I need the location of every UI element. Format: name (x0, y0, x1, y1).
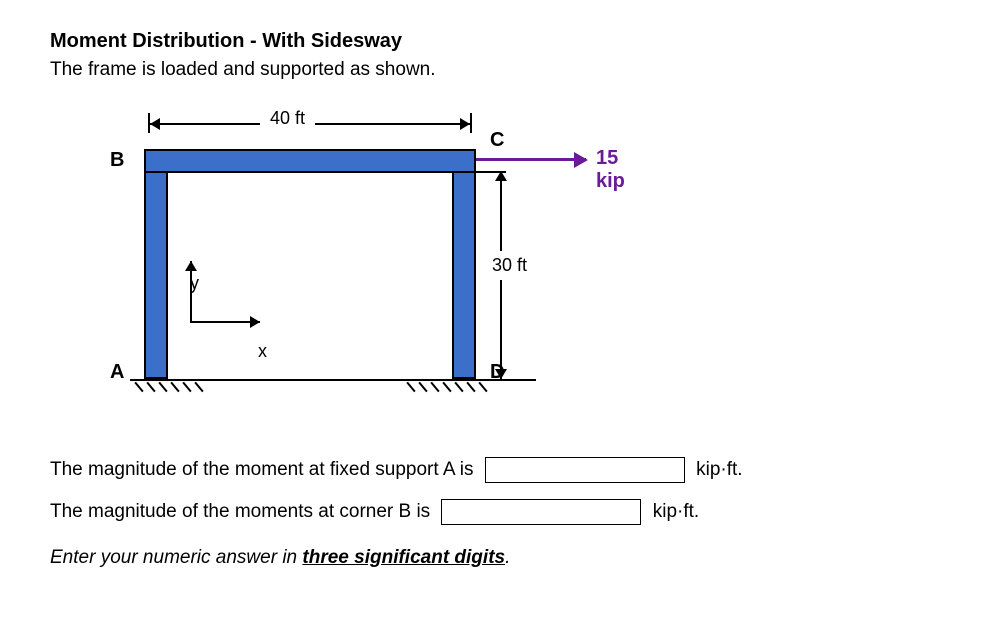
column-cd (452, 149, 476, 379)
instruction: Enter your numeric answer in three signi… (50, 537, 946, 579)
q2-prefix: The magnitude of the moments at corner B… (50, 501, 430, 522)
q2-unit: kip·ft. (653, 501, 699, 522)
height-dimension-label: 30 ft (490, 251, 529, 280)
x-axis-label: x (258, 341, 267, 362)
frame-diagram: 40 ft A B C D 15 kip 30 ft y x (80, 111, 640, 421)
node-a-label: A (110, 361, 124, 384)
load-arrow-icon (476, 158, 586, 161)
q1-unit: kip·ft. (696, 459, 742, 480)
question-1: The magnitude of the moment at fixed sup… (50, 449, 946, 491)
questions-block: The magnitude of the moment at fixed sup… (50, 449, 946, 578)
page-title: Moment Distribution - With Sidesway (50, 30, 946, 53)
fixed-support-hatching (130, 379, 490, 397)
answer-input-a[interactable] (485, 457, 685, 483)
instr-pre: Enter your numeric answer in (50, 547, 302, 568)
column-ab (144, 149, 168, 379)
instr-post: . (505, 547, 510, 568)
page-subtitle: The frame is loaded and supported as sho… (50, 59, 946, 81)
q1-prefix: The magnitude of the moment at fixed sup… (50, 459, 474, 480)
question-2: The magnitude of the moments at corner B… (50, 491, 946, 533)
instr-emphasis: three significant digits (302, 547, 505, 568)
node-b-label: B (110, 149, 124, 172)
node-c-label: C (490, 129, 504, 152)
load-label: 15 kip (596, 147, 640, 193)
x-axis-icon (190, 321, 260, 323)
dim-tick-right (470, 113, 472, 133)
y-axis-label: y (190, 273, 199, 294)
span-dimension-label: 40 ft (260, 108, 315, 129)
beam-bc (144, 149, 476, 173)
answer-input-b[interactable] (441, 499, 641, 525)
